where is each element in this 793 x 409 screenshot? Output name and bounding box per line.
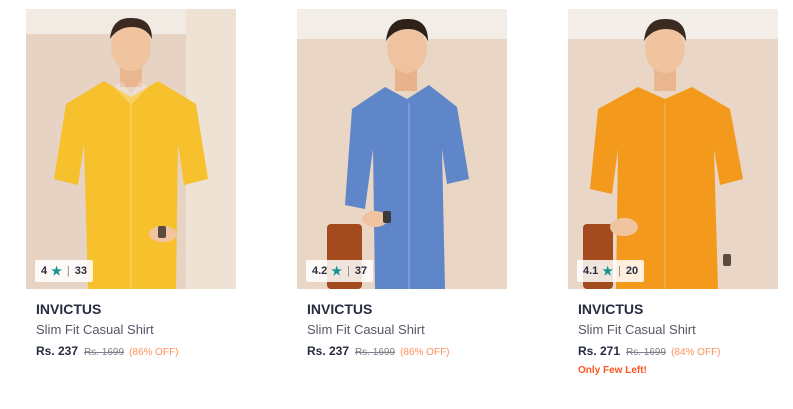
rating-separator: | xyxy=(347,265,350,277)
price-row: Rs. 237 Rs. 1699 (86% OFF) xyxy=(307,344,497,358)
rating-badge: 4.2 ★ | 37 xyxy=(306,260,374,282)
product-photo xyxy=(297,9,507,289)
product-photo xyxy=(26,9,236,289)
rating-count: 20 xyxy=(625,265,639,277)
product-info[interactable]: INVICTUS Slim Fit Casual Shirt Rs. 237 R… xyxy=(297,289,507,358)
product-card[interactable]: 4 ★ | 33 INVICTUS Slim Fit Casual Shirt … xyxy=(26,9,236,358)
product-mrp: Rs. 1699 xyxy=(84,347,125,358)
product-name: Slim Fit Casual Shirt xyxy=(578,322,696,337)
product-price: Rs. 237 xyxy=(307,344,350,358)
product-info[interactable]: INVICTUS Slim Fit Casual Shirt Rs. 237 R… xyxy=(26,289,236,358)
product-discount: (86% OFF) xyxy=(129,347,179,358)
product-discount: (84% OFF) xyxy=(671,347,721,358)
product-price: Rs. 237 xyxy=(36,344,79,358)
rating-count: 33 xyxy=(74,265,87,277)
rating-count: 37 xyxy=(354,265,368,277)
star-icon: ★ xyxy=(51,264,62,278)
rating-separator: | xyxy=(66,265,70,277)
product-name: Slim Fit Casual Shirt xyxy=(36,322,154,337)
product-name: Slim Fit Casual Shirt xyxy=(307,322,425,337)
product-image[interactable]: 4 ★ | 33 xyxy=(26,9,236,289)
rating-value: 4 xyxy=(41,265,48,277)
rating-badge: 4.1 ★ | 20 xyxy=(577,260,645,282)
product-brand: INVICTUS xyxy=(578,301,644,317)
product-mrp: Rs. 1699 xyxy=(355,347,396,358)
product-card[interactable]: 4.1 ★ | 20 INVICTUS Slim Fit Casual Shir… xyxy=(568,9,778,376)
product-info[interactable]: INVICTUS Slim Fit Casual Shirt Rs. 271 R… xyxy=(568,289,778,376)
rating-value: 4.2 xyxy=(312,265,328,277)
star-icon: ★ xyxy=(602,264,614,278)
star-icon: ★ xyxy=(331,264,343,278)
price-row: Rs. 237 Rs. 1699 (86% OFF) xyxy=(36,344,226,358)
rating-value: 4.1 xyxy=(583,265,599,277)
product-card[interactable]: 4.2 ★ | 37 INVICTUS Slim Fit Casual Shir… xyxy=(297,9,507,358)
rating-separator: | xyxy=(618,265,621,277)
product-photo xyxy=(568,9,778,289)
product-mrp: Rs. 1699 xyxy=(626,347,667,358)
product-brand: INVICTUS xyxy=(36,301,102,317)
price-row: Rs. 271 Rs. 1699 (84% OFF) xyxy=(578,344,768,358)
rating-badge: 4 ★ | 33 xyxy=(35,260,93,282)
product-price: Rs. 271 xyxy=(578,344,621,358)
product-discount: (86% OFF) xyxy=(400,347,450,358)
product-image[interactable]: 4.2 ★ | 37 xyxy=(297,9,507,289)
stock-warning: Only Few Left! xyxy=(578,365,647,376)
product-grid: 4 ★ | 33 INVICTUS Slim Fit Casual Shirt … xyxy=(0,0,793,409)
product-brand: INVICTUS xyxy=(307,301,373,317)
product-image[interactable]: 4.1 ★ | 20 xyxy=(568,9,778,289)
